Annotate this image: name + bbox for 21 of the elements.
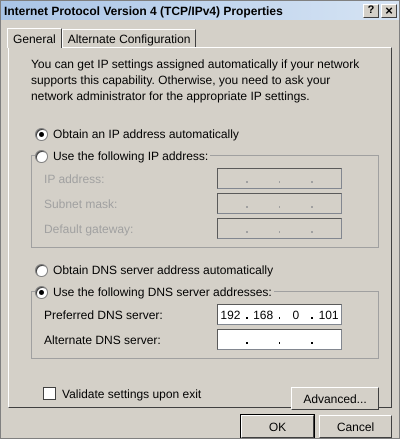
checkbox-label: Validate settings upon exit [62,386,202,402]
radio-label: Use the following IP address: [53,148,208,165]
dialog-button[interactable]: Cancel [319,415,392,438]
description-text: You can get IP settings assigned automatically if your network supports this capability. Otherwise, you need to ask your network administrator for the appropriate IP settings. [31,56,360,104]
radio-label: Obtain an IP address automatically [53,126,239,143]
radio-label: Obtain DNS server address automatically [53,262,274,279]
radio-label: Use the following DNS server addresses: [53,284,272,301]
checkbox[interactable] [43,387,56,400]
close-button[interactable]: × [381,4,397,18]
help-button[interactable]: ? [363,4,379,18]
radio-button[interactable] [35,264,48,276]
field-label: Preferred DNS server: [44,306,163,324]
ip-address-field[interactable] [217,329,342,350]
window-title: Internet Protocol Version 4 (TCP/IPv4) Properties [4,2,283,20]
ip-address-field[interactable]: 192 168 0 101 [217,304,342,325]
dialog-button[interactable]: OK [241,415,314,438]
tab[interactable]: Alternate Configuration [62,29,196,47]
tab[interactable]: General [7,28,62,48]
field-label: Alternate DNS server: [44,332,161,348]
advanced-button[interactable]: Advanced... [291,387,379,410]
radio-button[interactable] [35,286,48,298]
